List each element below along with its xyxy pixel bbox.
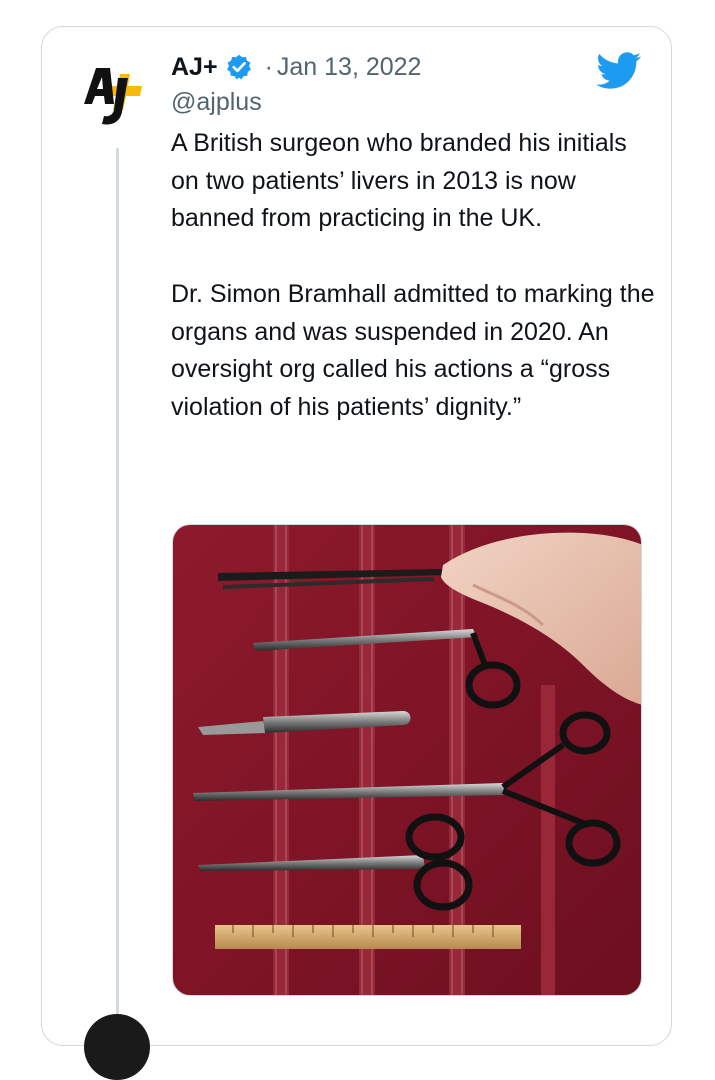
tweet-date[interactable]: Jan 13, 2022 — [277, 53, 422, 82]
tweet-header: AJ+ · Jan 13, 2022 — [171, 50, 421, 84]
verified-badge-icon — [226, 54, 251, 80]
display-name[interactable]: AJ+ — [171, 53, 218, 82]
header-separator: · — [264, 52, 273, 81]
user-handle[interactable]: @ajplus — [171, 88, 262, 117]
tweet-media-photo[interactable] — [172, 524, 642, 996]
surgical-instruments-photo — [173, 525, 641, 995]
aj-plus-logo-avatar[interactable] — [80, 56, 154, 130]
thread-line — [116, 148, 119, 1024]
twitter-bird-icon[interactable] — [596, 52, 642, 90]
tweet-body-text: A British surgeon who branded his initia… — [171, 129, 655, 421]
